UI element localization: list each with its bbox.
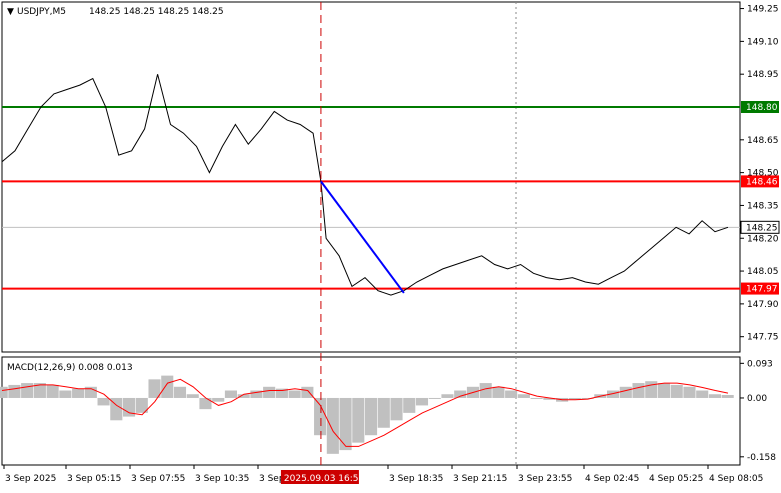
macd-tick-label: 0.00 — [747, 394, 767, 404]
macd-histogram-bar — [339, 397, 352, 451]
macd-tick-label: -0.158 — [747, 453, 776, 463]
macd-histogram-bar — [59, 390, 72, 398]
cursor-time-label: 2025.09.03 16:55 — [284, 474, 364, 484]
macd-histogram-bar — [632, 383, 645, 398]
time-tick-label: 4 Sep 02:45 — [585, 474, 639, 484]
macd-histogram-bar — [377, 397, 390, 428]
collapse-arrow-icon[interactable]: ▼ — [7, 7, 14, 17]
price-tick-label: 148.95 — [747, 70, 779, 80]
macd-histogram-bar — [199, 397, 212, 410]
macd-histogram-bar — [454, 390, 467, 398]
macd-histogram-bar — [670, 384, 683, 398]
ohlc-values: 148.25 148.25 148.25 148.25 — [89, 7, 224, 17]
macd-axis: 0.093 0.00 -0.158 — [740, 359, 776, 463]
macd-histogram-bar — [352, 397, 365, 443]
price-tick-label: 148.05 — [747, 267, 779, 277]
price-level-label: 148.46 — [746, 177, 778, 187]
macd-histogram-bar — [301, 386, 314, 398]
macd-histogram-bar — [708, 394, 721, 398]
time-tick-label: 3 Sep 18:35 — [389, 474, 443, 484]
macd-histogram-bar — [314, 397, 327, 436]
price-tick-label: 148.65 — [747, 136, 779, 146]
time-tick-label: 4 Sep 08:05 — [709, 474, 763, 484]
price-tick-label: 149.25 — [747, 5, 779, 15]
time-tick-label: 3 Sep 07:55 — [131, 474, 185, 484]
time-tick-label: 3 Sep 05:15 — [67, 474, 121, 484]
time-tick-label: 3 Sep 10:35 — [195, 474, 249, 484]
current-price-label: 148.25 — [746, 223, 778, 233]
time-tick-label: 3 Sep 23:55 — [518, 474, 572, 484]
price-tick-label: 149.10 — [747, 37, 779, 47]
macd-histogram-bar — [173, 386, 187, 398]
macd-histogram-bar — [428, 397, 441, 399]
macd-histogram-bar — [645, 381, 658, 398]
price-level-label: 147.97 — [746, 285, 778, 295]
macd-histogram-bar — [441, 394, 454, 398]
macd-histogram-bar — [657, 383, 671, 398]
macd-histogram-bar — [186, 394, 199, 398]
macd-histogram-bar — [21, 383, 34, 398]
trading-chart[interactable]: 148.80 148.46 147.97 148.25 149.25 149.10 148… — [0, 0, 781, 489]
macd-label: MACD(12,26,9) 0.008 0.013 — [7, 363, 133, 373]
macd-histogram-bar — [403, 397, 416, 413]
macd-histogram-bar — [46, 384, 59, 398]
macd-histogram-bar — [326, 397, 339, 454]
price-tick-label: 148.20 — [747, 234, 779, 244]
macd-histogram-bar — [530, 397, 543, 399]
macd-histogram-bar — [721, 394, 734, 398]
macd-histogram-bar — [415, 397, 429, 406]
macd-histogram-bar — [619, 386, 632, 398]
macd-histogram-bar — [505, 390, 518, 398]
macd-histogram-bar — [72, 388, 85, 398]
time-axis: 3 Sep 2025 3 Sep 05:15 3 Sep 07:55 3 Sep 10… — [3, 465, 763, 484]
time-tick-label: 3 Sep 21:15 — [453, 474, 507, 484]
macd-histogram-bar — [365, 397, 378, 436]
macd-tick-label: 0.093 — [747, 359, 773, 369]
price-tick-label: 148.35 — [747, 201, 779, 211]
price-tick-label: 147.90 — [747, 300, 779, 310]
macd-histogram-bar — [97, 397, 110, 406]
macd-histogram-bar — [390, 397, 403, 421]
macd-histogram-bar — [0, 386, 8, 398]
price-tick-label: 148.50 — [747, 169, 779, 179]
macd-histogram-bar — [224, 390, 237, 398]
macd-histogram-bar — [161, 375, 174, 398]
time-tick-label: 3 Sep 2025 — [5, 474, 56, 484]
macd-histogram-bar — [517, 394, 530, 398]
price-pane[interactable] — [1, 1, 741, 353]
macd-histogram-bar — [263, 386, 276, 398]
macd-histogram-bar — [696, 390, 709, 398]
price-tick-label: 147.75 — [747, 333, 779, 343]
macd-histogram-bar — [288, 390, 301, 398]
time-tick-label: 4 Sep 05:25 — [649, 474, 703, 484]
macd-histogram-bar — [212, 397, 225, 402]
macd-histogram-bar — [492, 386, 505, 398]
symbol-label: USDJPY,M5 — [17, 7, 66, 17]
macd-histogram-bar — [8, 384, 21, 398]
macd-histogram-bar — [683, 386, 696, 398]
price-level-label: 148.80 — [746, 103, 778, 113]
